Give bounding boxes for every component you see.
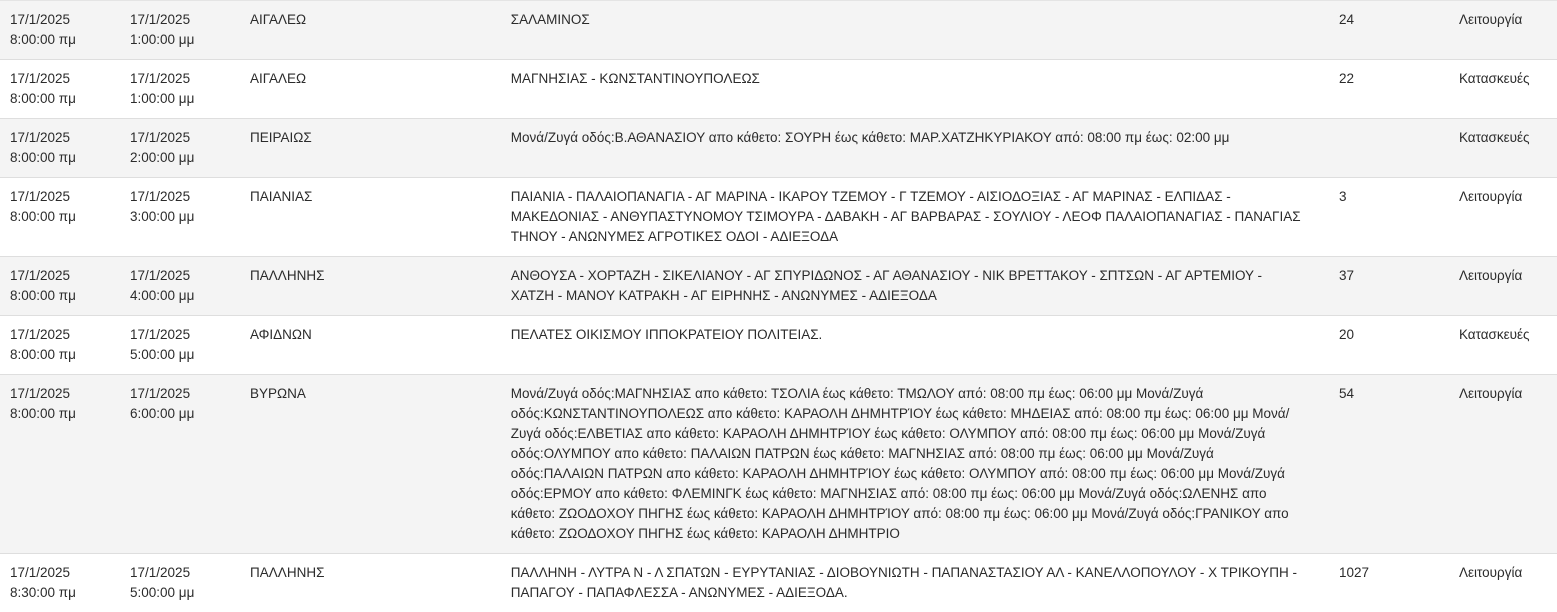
end-cell: 17/1/20253:00:00 μμ bbox=[120, 178, 240, 257]
end-cell: 17/1/20254:00:00 μμ bbox=[120, 257, 240, 316]
area-cell: ΑΙΓΑΛΕΩ bbox=[240, 60, 501, 119]
table-row: 17/1/20258:00:00 πμ 17/1/20251:00:00 μμ … bbox=[0, 1, 1557, 60]
start-time: 8:00:00 πμ bbox=[10, 404, 110, 424]
start-time: 8:00:00 πμ bbox=[10, 89, 110, 109]
area-cell: ΠΑΙΑΝΙΑΣ bbox=[240, 178, 501, 257]
streets-cell: ΠΑΙΑΝΙΑ - ΠΑΛΑΙΟΠΑΝΑΓΙΑ - ΑΓ ΜΑΡΙΝΑ - ΙΚ… bbox=[501, 178, 1329, 257]
type-cell: Κατασκευές bbox=[1449, 316, 1557, 375]
start-cell: 17/1/20258:00:00 πμ bbox=[0, 316, 120, 375]
type-cell: Κατασκευές bbox=[1449, 60, 1557, 119]
start-time: 8:00:00 πμ bbox=[10, 286, 110, 306]
count-cell: 1027 bbox=[1329, 554, 1449, 612]
outage-table: 17/1/20258:00:00 πμ 17/1/20251:00:00 μμ … bbox=[0, 0, 1557, 612]
type-cell: Λειτουργία bbox=[1449, 178, 1557, 257]
table-row: 17/1/20258:00:00 πμ 17/1/20252:00:00 μμ … bbox=[0, 119, 1557, 178]
end-date: 17/1/2025 bbox=[130, 69, 230, 89]
streets-cell: ΣΑΛΑΜΙΝΟΣ bbox=[501, 1, 1329, 60]
start-cell: 17/1/20258:00:00 πμ bbox=[0, 119, 120, 178]
area-cell: ΑΦΙΔΝΩΝ bbox=[240, 316, 501, 375]
start-date: 17/1/2025 bbox=[10, 187, 110, 207]
end-date: 17/1/2025 bbox=[130, 563, 230, 583]
area-cell: ΒΥΡΩΝΑ bbox=[240, 375, 501, 554]
area-cell: ΠΑΛΛΗΝΗΣ bbox=[240, 257, 501, 316]
end-cell: 17/1/20256:00:00 μμ bbox=[120, 375, 240, 554]
start-time: 8:00:00 πμ bbox=[10, 345, 110, 365]
type-cell: Λειτουργία bbox=[1449, 554, 1557, 612]
start-time: 8:00:00 πμ bbox=[10, 30, 110, 50]
area-cell: ΠΑΛΛΗΝΗΣ bbox=[240, 554, 501, 612]
end-cell: 17/1/20252:00:00 μμ bbox=[120, 119, 240, 178]
streets-cell: ΑΝΘΟΥΣΑ - ΧΟΡΤΑΖΗ - ΣΙΚΕΛΙΑΝΟΥ - ΑΓ ΣΠΥΡ… bbox=[501, 257, 1329, 316]
count-cell: 22 bbox=[1329, 60, 1449, 119]
end-cell: 17/1/20251:00:00 μμ bbox=[120, 1, 240, 60]
end-date: 17/1/2025 bbox=[130, 10, 230, 30]
end-time: 3:00:00 μμ bbox=[130, 207, 230, 227]
count-cell: 37 bbox=[1329, 257, 1449, 316]
table-row: 17/1/20258:00:00 πμ 17/1/20254:00:00 μμ … bbox=[0, 257, 1557, 316]
end-time: 1:00:00 μμ bbox=[130, 30, 230, 50]
start-cell: 17/1/20258:00:00 πμ bbox=[0, 178, 120, 257]
start-time: 8:00:00 πμ bbox=[10, 148, 110, 168]
start-cell: 17/1/20258:00:00 πμ bbox=[0, 375, 120, 554]
start-date: 17/1/2025 bbox=[10, 384, 110, 404]
end-date: 17/1/2025 bbox=[130, 128, 230, 148]
end-cell: 17/1/20255:00:00 μμ bbox=[120, 316, 240, 375]
table-body: 17/1/20258:00:00 πμ 17/1/20251:00:00 μμ … bbox=[0, 1, 1557, 612]
start-date: 17/1/2025 bbox=[10, 563, 110, 583]
table-row: 17/1/20258:00:00 πμ 17/1/20256:00:00 μμ … bbox=[0, 375, 1557, 554]
end-time: 6:00:00 μμ bbox=[130, 404, 230, 424]
end-date: 17/1/2025 bbox=[130, 325, 230, 345]
count-cell: 54 bbox=[1329, 375, 1449, 554]
streets-cell: ΠΕΛΑΤΕΣ ΟΙΚΙΣΜΟΥ ΙΠΠΟΚΡΑΤΕΙΟΥ ΠΟΛΙΤΕΙΑΣ. bbox=[501, 316, 1329, 375]
count-cell: 24 bbox=[1329, 1, 1449, 60]
count-cell: 20 bbox=[1329, 316, 1449, 375]
start-cell: 17/1/20258:00:00 πμ bbox=[0, 1, 120, 60]
area-cell: ΠΕΙΡΑΙΩΣ bbox=[240, 119, 501, 178]
end-time: 5:00:00 μμ bbox=[130, 583, 230, 603]
start-date: 17/1/2025 bbox=[10, 128, 110, 148]
area-cell: ΑΙΓΑΛΕΩ bbox=[240, 1, 501, 60]
table-row: 17/1/20258:00:00 πμ 17/1/20251:00:00 μμ … bbox=[0, 60, 1557, 119]
end-date: 17/1/2025 bbox=[130, 266, 230, 286]
end-cell: 17/1/20255:00:00 μμ bbox=[120, 554, 240, 612]
streets-cell: ΠΑΛΛΗΝΗ - ΛΥΤΡΑ Ν - Λ ΣΠΑΤΩΝ - ΕΥΡΥΤΑΝΙΑ… bbox=[501, 554, 1329, 612]
type-cell: Λειτουργία bbox=[1449, 257, 1557, 316]
end-date: 17/1/2025 bbox=[130, 187, 230, 207]
end-date: 17/1/2025 bbox=[130, 384, 230, 404]
count-cell: 3 bbox=[1329, 178, 1449, 257]
end-time: 5:00:00 μμ bbox=[130, 345, 230, 365]
start-date: 17/1/2025 bbox=[10, 69, 110, 89]
streets-cell: ΜΑΓΝΗΣΙΑΣ - ΚΩΝΣΤΑΝΤΙΝΟΥΠΟΛΕΩΣ bbox=[501, 60, 1329, 119]
end-time: 2:00:00 μμ bbox=[130, 148, 230, 168]
start-cell: 17/1/20258:00:00 πμ bbox=[0, 60, 120, 119]
start-date: 17/1/2025 bbox=[10, 10, 110, 30]
start-cell: 17/1/20258:30:00 πμ bbox=[0, 554, 120, 612]
table-row: 17/1/20258:00:00 πμ 17/1/20255:00:00 μμ … bbox=[0, 316, 1557, 375]
start-date: 17/1/2025 bbox=[10, 325, 110, 345]
type-cell: Λειτουργία bbox=[1449, 375, 1557, 554]
count-cell bbox=[1329, 119, 1449, 178]
end-time: 1:00:00 μμ bbox=[130, 89, 230, 109]
type-cell: Λειτουργία bbox=[1449, 1, 1557, 60]
type-cell: Κατασκευές bbox=[1449, 119, 1557, 178]
table-row: 17/1/20258:00:00 πμ 17/1/20253:00:00 μμ … bbox=[0, 178, 1557, 257]
streets-cell: Μονά/Ζυγά οδός:Β.ΑΘΑΝΑΣΙΟΥ απο κάθετο: Σ… bbox=[501, 119, 1329, 178]
start-time: 8:30:00 πμ bbox=[10, 583, 110, 603]
streets-cell: Μονά/Ζυγά οδός:ΜΑΓΝΗΣΙΑΣ απο κάθετο: ΤΣΟ… bbox=[501, 375, 1329, 554]
start-cell: 17/1/20258:00:00 πμ bbox=[0, 257, 120, 316]
table-row: 17/1/20258:30:00 πμ 17/1/20255:00:00 μμ … bbox=[0, 554, 1557, 612]
start-time: 8:00:00 πμ bbox=[10, 207, 110, 227]
end-cell: 17/1/20251:00:00 μμ bbox=[120, 60, 240, 119]
end-time: 4:00:00 μμ bbox=[130, 286, 230, 306]
start-date: 17/1/2025 bbox=[10, 266, 110, 286]
